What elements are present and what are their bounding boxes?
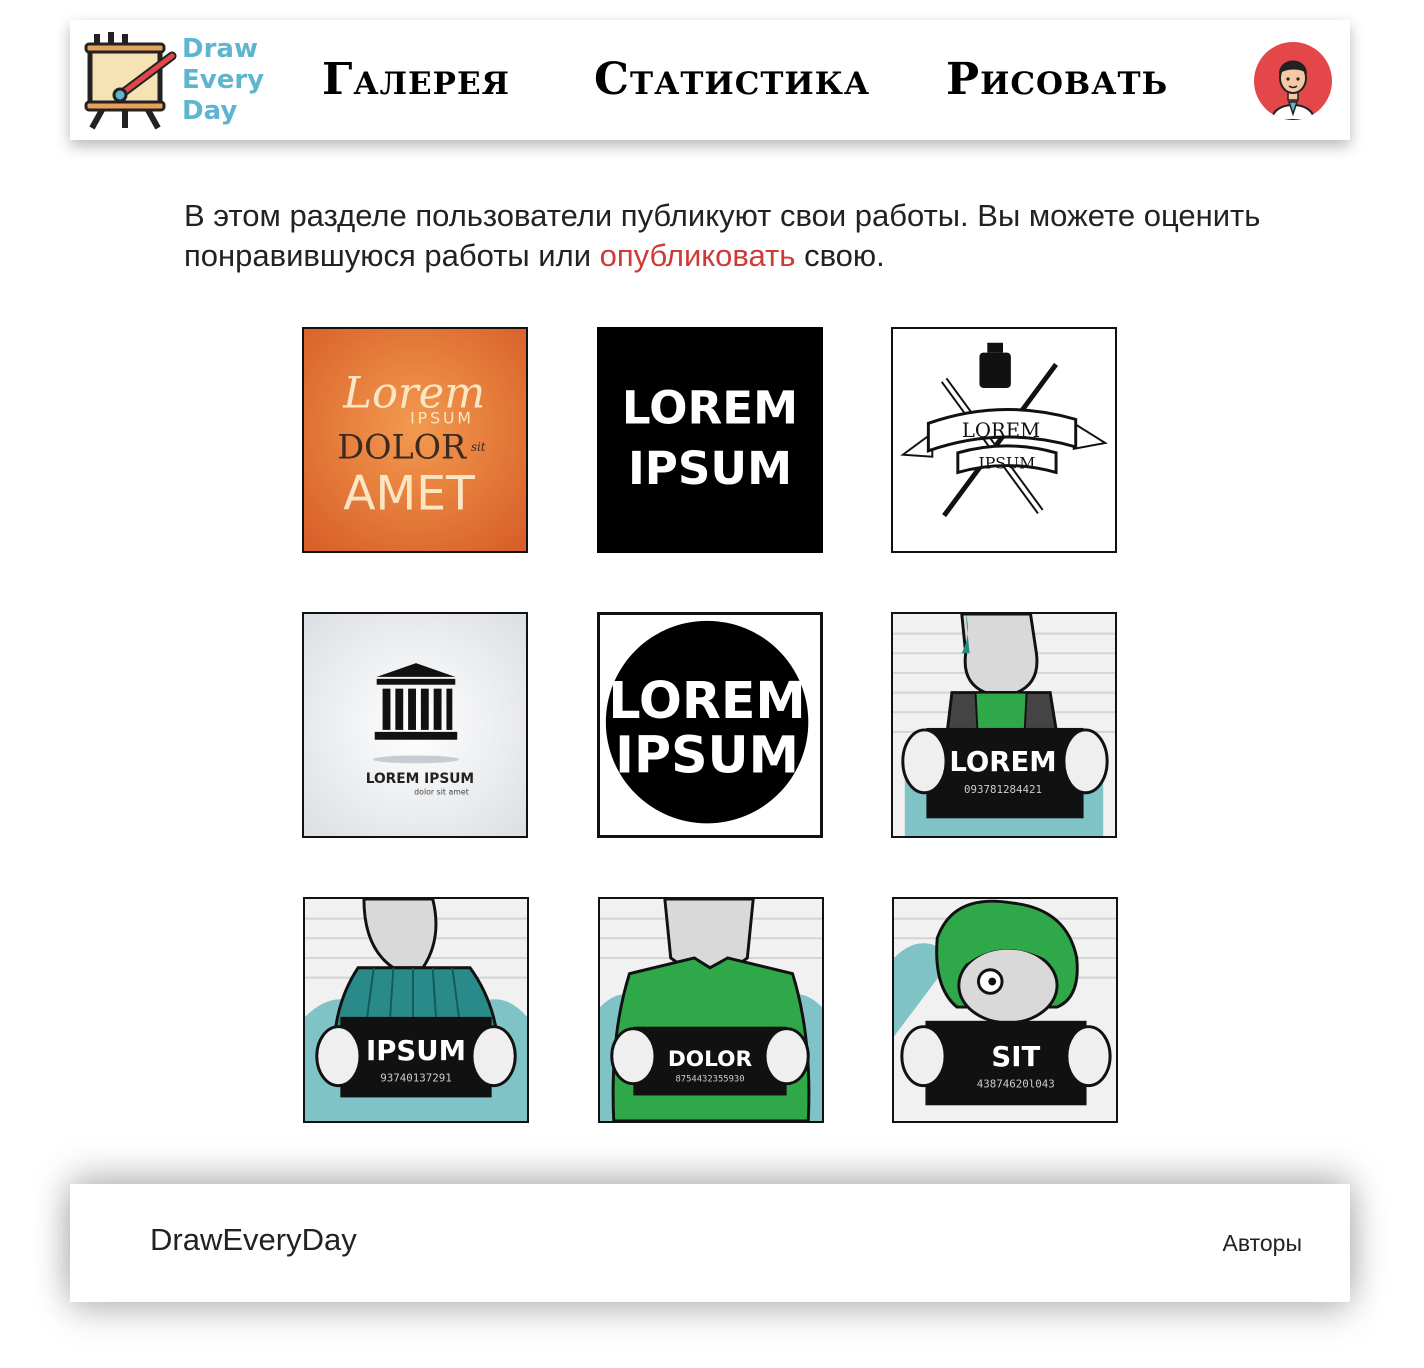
art-text: DOLOR (337, 428, 467, 467)
artwork-black-square: LOREM IPSUM (599, 329, 821, 551)
site-logo[interactable]: Draw Every Day (84, 26, 264, 136)
art-text: LOREM (949, 746, 1056, 778)
art-text: LOREM (608, 671, 805, 730)
art-text: IPSUM (628, 442, 792, 495)
art-text: IPSUM (615, 726, 799, 785)
gallery-item-8[interactable]: DOLOR 8754432355930 (598, 897, 824, 1123)
gallery-item-2[interactable]: LOREM IPSUM (597, 327, 823, 553)
art-text: DOLOR (668, 1047, 753, 1072)
logo-line-2: Every (182, 65, 265, 95)
site-footer: DrawEveryDay Авторы (70, 1184, 1350, 1302)
art-text: LOREM (622, 381, 798, 434)
user-avatar-button[interactable] (1254, 42, 1332, 120)
gallery-item-9[interactable]: SIT 43874620l043 (892, 897, 1118, 1123)
artwork-black-circle: LOREM IPSUM (600, 615, 820, 835)
art-text: 93740137291 (380, 1072, 452, 1085)
gallery-intro-text: В этом разделе пользователи публикуют св… (184, 196, 1264, 276)
artwork-temple-logo: LOREM IPSUM dolor sit amet (304, 614, 526, 836)
nav-draw-link[interactable]: Рисовать (946, 54, 1168, 106)
footer-brand: DrawEveryDay (150, 1222, 357, 1257)
nav-gallery-link[interactable]: Галерея (322, 54, 510, 106)
footer-authors-link[interactable]: Авторы (1223, 1230, 1302, 1257)
artwork-orange-lettering: Lorem IPSUM DOLOR sit AMET (304, 329, 526, 551)
art-text: AMET (343, 467, 475, 522)
logo-line-1: Draw (182, 34, 258, 64)
gallery-item-1[interactable]: Lorem IPSUM DOLOR sit AMET (302, 327, 528, 553)
gallery-item-4[interactable]: LOREM IPSUM dolor sit amet (302, 612, 528, 838)
art-text: dolor sit amet (414, 788, 469, 797)
art-text: LOREM (962, 419, 1040, 442)
gallery-item-3[interactable]: LOREM IPSUM (891, 327, 1117, 553)
easel-paintbrush-icon (84, 32, 177, 130)
logo-line-3: Day (182, 96, 238, 126)
artwork-mugshot: DOLOR 8754432355930 (600, 899, 822, 1121)
artwork-ink-banner: LOREM IPSUM (893, 329, 1115, 551)
nav-statistics-link[interactable]: Статистика (594, 54, 870, 106)
art-text: SIT (991, 1041, 1040, 1073)
art-text: 43874620l043 (977, 1078, 1055, 1091)
user-avatar-icon (1270, 60, 1316, 120)
artwork-mugshot: LOREM 093781284421 (893, 614, 1115, 836)
logo-wordmark: Draw Every Day (182, 34, 264, 127)
gallery-item-5[interactable]: LOREM IPSUM (597, 612, 823, 838)
art-text: IPSUM (410, 408, 474, 427)
top-nav-bar: Draw Every Day Галерея Статистика Рисова… (70, 20, 1350, 140)
artwork-mugshot: IPSUM 93740137291 (305, 899, 527, 1121)
art-text: 8754432355930 (675, 1075, 744, 1085)
publish-link[interactable]: опубликовать (600, 238, 796, 273)
intro-text-after: свою. (795, 238, 885, 273)
art-text: LOREM IPSUM (366, 771, 474, 787)
artwork-mugshot: SIT 43874620l043 (894, 899, 1116, 1121)
art-text: 093781284421 (964, 783, 1042, 796)
art-text: sit (471, 440, 486, 454)
art-text: IPSUM (366, 1035, 466, 1067)
gallery-item-7[interactable]: IPSUM 93740137291 (303, 897, 529, 1123)
art-text: IPSUM (979, 453, 1036, 472)
gallery-item-6[interactable]: LOREM 093781284421 (891, 612, 1117, 838)
